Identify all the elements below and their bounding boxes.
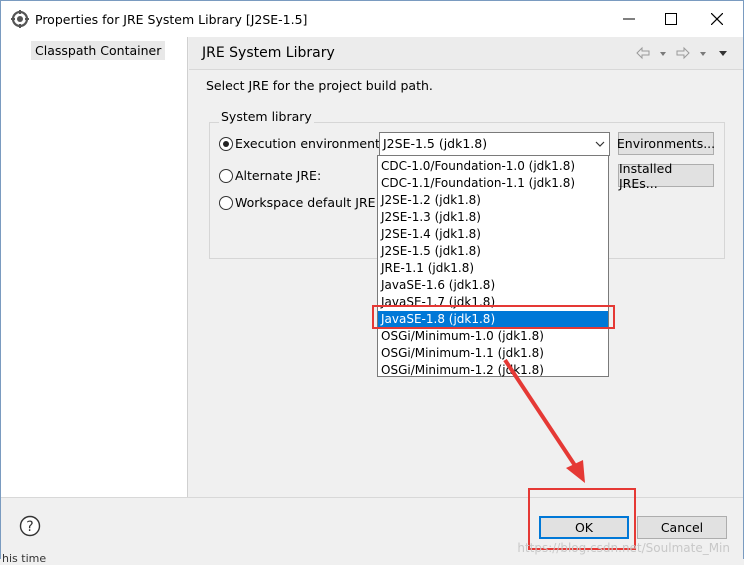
radio-execution-environment[interactable] (219, 137, 233, 151)
view-menu-button[interactable] (715, 45, 731, 61)
environments-button[interactable]: Environments... (617, 132, 715, 155)
radio-workspace-default-jre-label[interactable]: Workspace default JRE (j (235, 195, 388, 210)
window-title: Properties for JRE System Library [J2SE-… (35, 12, 308, 27)
dropdown-option[interactable]: OSGi/Minimum-1.0 (jdk1.8) (378, 328, 608, 345)
combo-selected-value: J2SE-1.5 (jdk1.8) (383, 136, 488, 151)
dropdown-option[interactable]: JavaSE-1.6 (jdk1.8) (378, 277, 608, 294)
annotation-highlight-javase-18 (372, 305, 615, 329)
minimize-icon (623, 18, 635, 20)
radio-alternate-jre-label[interactable]: Alternate JRE: (235, 168, 321, 183)
radio-execution-environment-label[interactable]: Execution environment: (235, 136, 384, 151)
radio-alternate-jre[interactable] (219, 169, 233, 183)
back-menu-button[interactable] (655, 45, 671, 61)
dropdown-option[interactable]: OSGi/Minimum-1.1 (jdk1.8) (378, 345, 608, 362)
system-library-legend: System library (219, 109, 314, 124)
help-icon[interactable]: ? (19, 515, 41, 537)
page-prompt: Select JRE for the project build path. (206, 78, 433, 93)
cancel-button[interactable]: Cancel (637, 516, 727, 539)
chevron-down-icon (700, 52, 706, 56)
execution-environment-combo[interactable]: J2SE-1.5 (jdk1.8) (379, 132, 610, 156)
close-button[interactable] (695, 1, 739, 37)
back-arrow-icon (636, 46, 650, 60)
maximize-icon (665, 13, 677, 25)
svg-text:?: ? (26, 519, 33, 535)
forward-arrow-icon (676, 46, 690, 60)
dropdown-option[interactable]: JRE-1.1 (jdk1.8) (378, 260, 608, 277)
watermark-text: https://blog.csdn.net/Soulmate_Min (517, 541, 730, 555)
maximize-button[interactable] (649, 1, 693, 37)
close-icon (711, 13, 723, 25)
chevron-down-icon (660, 52, 666, 56)
execution-environment-dropdown: CDC-1.0/Foundation-1.0 (jdk1.8) CDC-1.1/F… (377, 155, 609, 377)
eclipse-gear-icon (11, 10, 29, 28)
view-menu-icon (719, 51, 727, 56)
dropdown-option[interactable]: J2SE-1.4 (jdk1.8) (378, 226, 608, 243)
back-button[interactable] (635, 45, 651, 61)
minimize-button[interactable] (607, 1, 651, 37)
installed-jres-button[interactable]: Installed JREs... (618, 161, 714, 191)
sidebar-item-classpath-container[interactable]: Classpath Container (31, 41, 166, 60)
radio-workspace-default-jre[interactable] (219, 196, 233, 210)
dropdown-option[interactable]: J2SE-1.3 (jdk1.8) (378, 209, 608, 226)
sidebar: Classpath Container (1, 37, 188, 497)
dropdown-option[interactable]: J2SE-1.2 (jdk1.8) (378, 192, 608, 209)
forward-menu-button[interactable] (695, 45, 711, 61)
page-header: JRE System Library (189, 37, 743, 70)
dropdown-option[interactable]: J2SE-1.5 (jdk1.8) (378, 243, 608, 260)
properties-dialog: Properties for JRE System Library [J2SE-… (0, 0, 744, 559)
chevron-down-icon (595, 141, 605, 147)
page-title: JRE System Library (202, 45, 335, 61)
dropdown-option[interactable]: OSGi/Minimum-1.2 (jdk1.8) (378, 362, 608, 379)
dropdown-option[interactable]: CDC-1.1/Foundation-1.1 (jdk1.8) (378, 175, 608, 192)
forward-button[interactable] (675, 45, 691, 61)
title-bar: Properties for JRE System Library [J2SE-… (1, 1, 743, 37)
dropdown-option[interactable]: CDC-1.0/Foundation-1.0 (jdk1.8) (378, 158, 608, 175)
